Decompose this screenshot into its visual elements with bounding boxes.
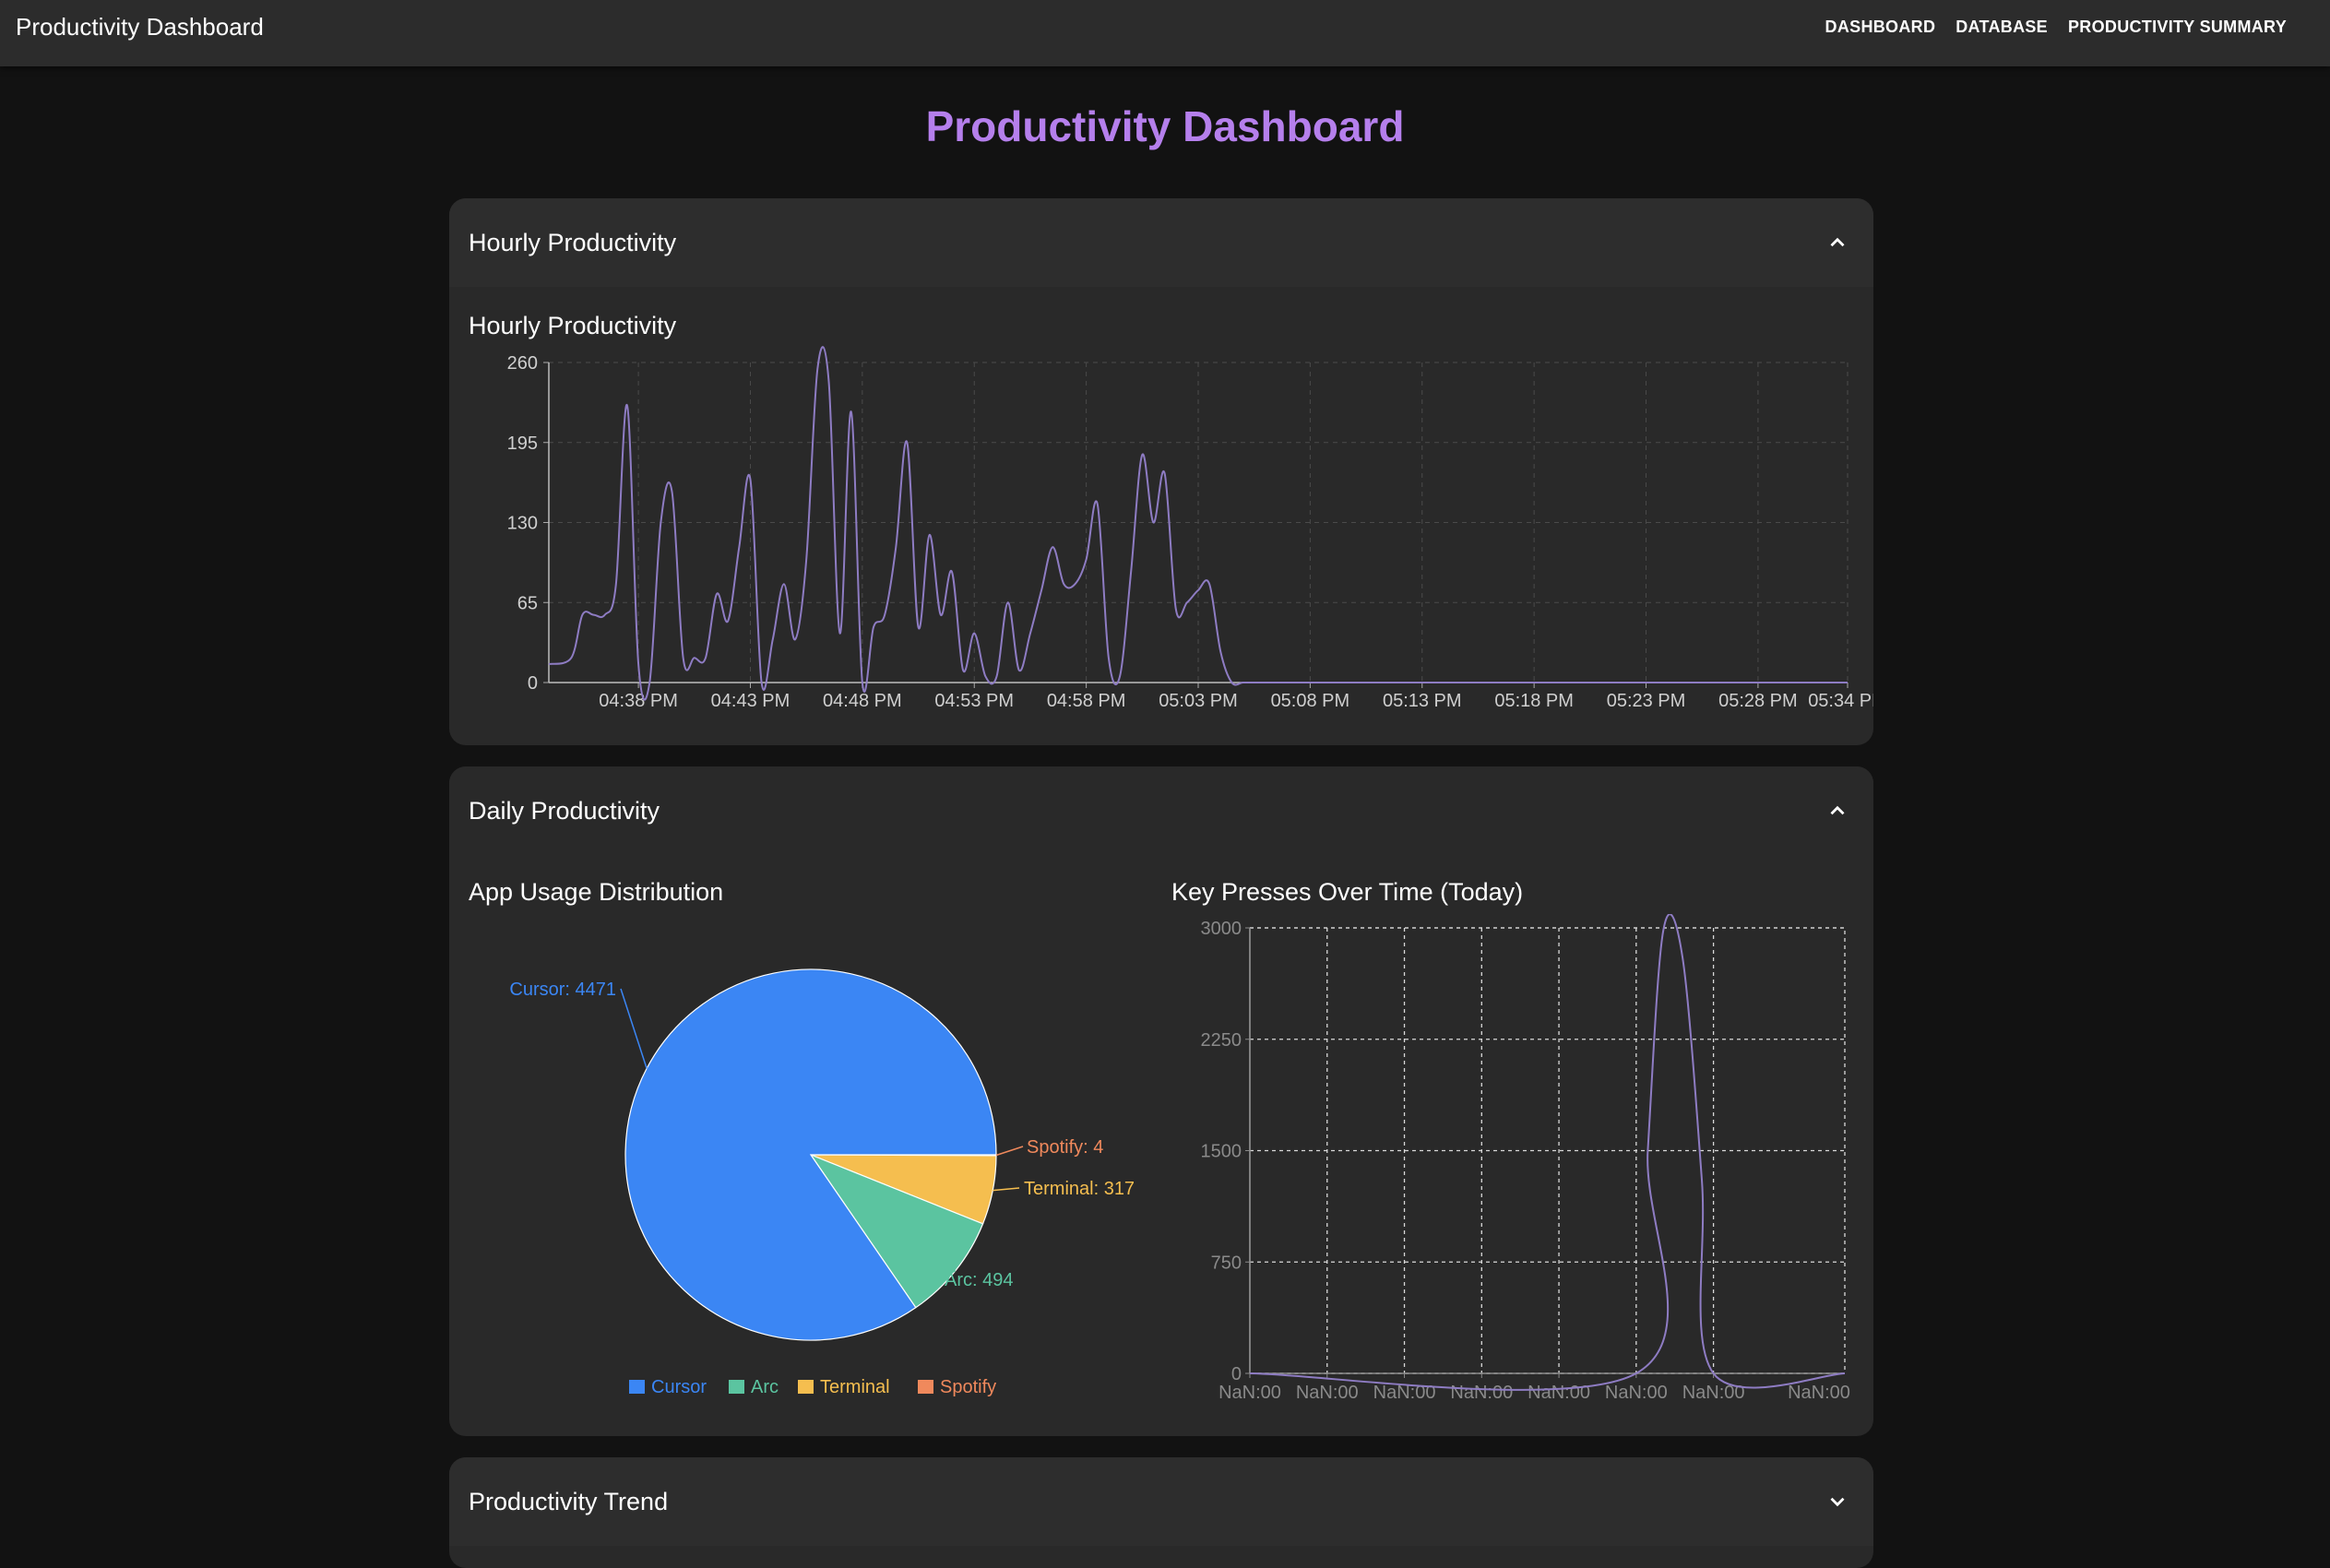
nav-dashboard-button[interactable]: DASHBOARD (1815, 0, 1946, 53)
chevron-up-icon[interactable] (1825, 799, 1849, 823)
pie-slice-label: Cursor: 4471 (509, 980, 616, 1000)
x-tick-label: 05:18 PM (1494, 691, 1574, 711)
y-tick-label: 260 (507, 353, 538, 374)
hourly-panel-header[interactable]: Hourly Productivity (449, 198, 1873, 287)
pie-slice-label: Spotify: 4 (1027, 1137, 1103, 1158)
legend-label: Spotify (940, 1377, 996, 1397)
pie-slice-label: Arc: 494 (945, 1270, 1013, 1290)
chevron-up-icon[interactable] (1825, 231, 1849, 255)
pie-leader-line (995, 1146, 1024, 1157)
panel-title: Daily Productivity (469, 797, 660, 825)
y-tick-label: 2250 (1201, 1030, 1242, 1051)
x-tick-label: 05:08 PM (1271, 691, 1350, 711)
chevron-down-icon[interactable] (1825, 1490, 1849, 1514)
trend-panel-header[interactable]: Productivity Trend (449, 1457, 1873, 1546)
x-tick-label: 05:13 PM (1383, 691, 1462, 711)
app-title: Productivity Dashboard (16, 13, 264, 41)
x-tick-label: 05:03 PM (1159, 691, 1238, 711)
y-tick-label: 65 (517, 593, 538, 613)
top-nav: DASHBOARD DATABASE PRODUCTIVITY SUMMARY (1815, 0, 2297, 53)
x-tick-label: 04:43 PM (711, 691, 791, 711)
panel-title: Hourly Productivity (469, 229, 677, 256)
key-presses-line-chart: 0 750 1500 2250 3000 NaN:00 NaN:00 NaN:00 NaN:00… (1201, 914, 1850, 1403)
x-tick-label: NaN:00 (1605, 1383, 1668, 1403)
chart-title: Hourly Productivity (469, 312, 677, 339)
nav-database-button[interactable]: DATABASE (1945, 0, 2058, 53)
daily-productivity-panel: Daily Productivity App Usage Distributio… (449, 766, 1873, 1436)
x-tick-label: NaN:00 (1528, 1383, 1590, 1403)
pie-leader-line (993, 1187, 1020, 1192)
x-tick-label: 05:34 PM (1808, 691, 1873, 711)
key-presses-series-line (1249, 914, 1846, 1391)
app-usage-pie-chart: Cursor: 4471 Arc: 494 Terminal: 317 Spotify… (509, 968, 1135, 1397)
y-tick-label: 130 (507, 514, 538, 534)
page-title: Productivity Dashboard (925, 102, 1405, 150)
y-tick-label: 1500 (1201, 1142, 1242, 1162)
y-tick-label: 0 (1231, 1364, 1242, 1384)
chart-title: Key Presses Over Time (Today) (1171, 878, 1524, 906)
productivity-trend-panel: Productivity Trend (449, 1457, 1873, 1568)
app-bar: Productivity Dashboard DASHBOARD DATABAS… (0, 0, 2330, 66)
y-tick-label: 3000 (1201, 919, 1242, 939)
hourly-productivity-panel: Hourly Productivity Hourly Productivity … (449, 198, 1873, 745)
y-tick-label: 0 (528, 673, 538, 694)
x-tick-label: 05:23 PM (1607, 691, 1686, 711)
y-tick-label: 195 (507, 434, 538, 454)
y-tick-label: 750 (1211, 1253, 1242, 1273)
x-tick-label: 04:48 PM (823, 691, 902, 711)
daily-panel-header[interactable]: Daily Productivity (449, 766, 1873, 855)
x-tick-label: NaN:00 (1218, 1383, 1281, 1403)
x-tick-label: NaN:00 (1788, 1383, 1850, 1403)
hourly-line-chart: 0 65 130 195 260 04:38 PM 04:43 PM 04:48 PM 04:5… (507, 346, 1873, 711)
x-tick-label: 04:53 PM (934, 691, 1014, 711)
panel-title: Productivity Trend (469, 1488, 669, 1515)
pie-slice-label: Terminal: 317 (1024, 1179, 1135, 1199)
pie-leader-line (620, 988, 648, 1069)
legend-swatch (918, 1380, 933, 1394)
x-tick-label: NaN:00 (1450, 1383, 1513, 1403)
legend-swatch (729, 1380, 744, 1394)
legend-swatch (798, 1380, 814, 1394)
x-tick-label: 04:58 PM (1047, 691, 1126, 711)
x-tick-label: 05:28 PM (1718, 691, 1798, 711)
x-tick-label: NaN:00 (1296, 1383, 1359, 1403)
x-tick-label: 04:38 PM (599, 691, 678, 711)
legend-swatch (629, 1380, 645, 1394)
nav-productivity-summary-button[interactable]: PRODUCTIVITY SUMMARY (2058, 0, 2297, 53)
legend-label: Arc (751, 1377, 779, 1397)
chart-title: App Usage Distribution (469, 878, 724, 906)
legend-label: Terminal (820, 1377, 890, 1397)
legend-label: Cursor (651, 1377, 707, 1397)
